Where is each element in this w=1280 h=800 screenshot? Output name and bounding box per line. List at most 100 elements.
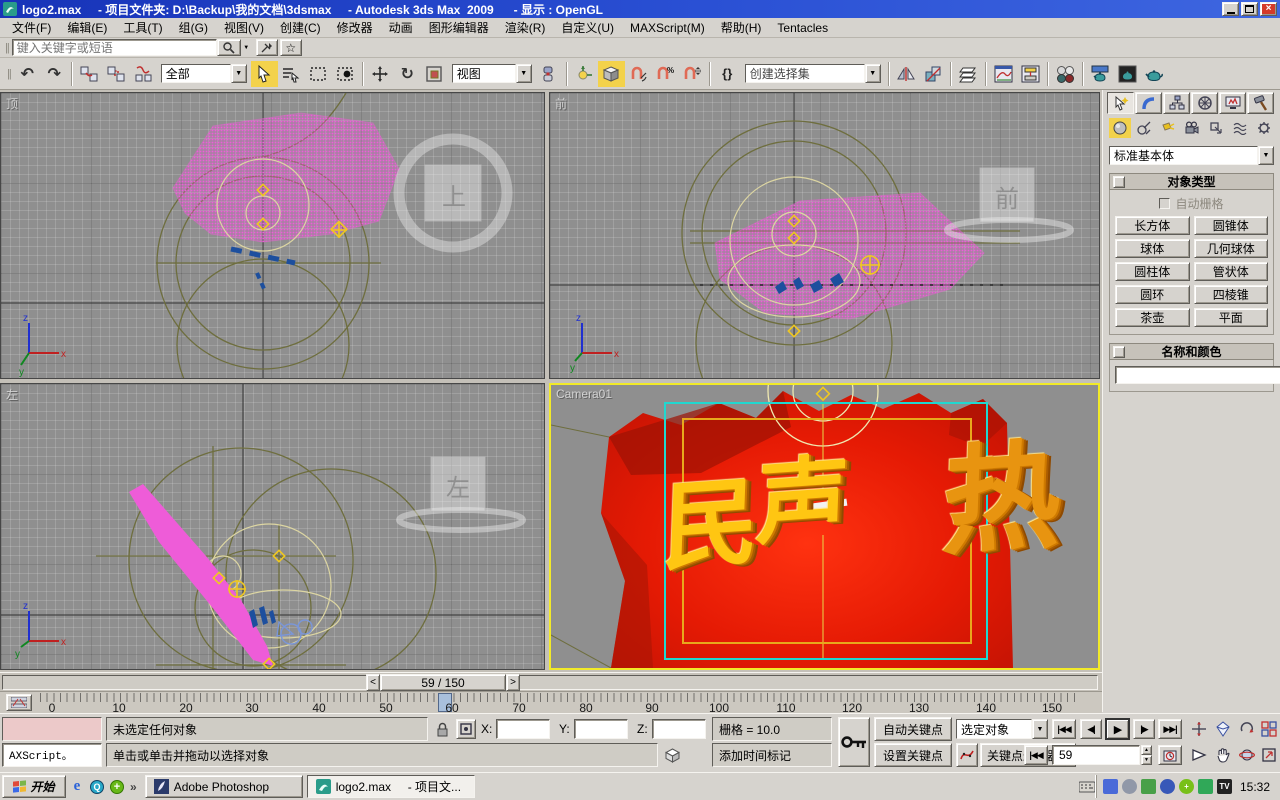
play-button[interactable]: ▶: [1105, 718, 1130, 740]
go-to-start-button[interactable]: |◀◀: [1052, 719, 1076, 739]
sphere-button[interactable]: 球体: [1115, 239, 1190, 258]
material-editor-button[interactable]: [1052, 61, 1079, 87]
menu-animation[interactable]: 动画: [381, 17, 421, 38]
viewcube-front-face-label[interactable]: 前: [992, 181, 1022, 211]
cone-button[interactable]: 圆锥体: [1194, 216, 1269, 235]
key-curve-button[interactable]: [956, 743, 978, 767]
time-slider-handle[interactable]: 59 / 150: [380, 674, 506, 691]
tray-shield-icon[interactable]: [1198, 779, 1213, 794]
time-slider-next-button[interactable]: >: [506, 674, 520, 691]
menu-rendering[interactable]: 渲染(R): [497, 17, 554, 38]
maxscript-mini-listener-pink[interactable]: [2, 717, 102, 741]
mini-curve-editor-button[interactable]: [6, 694, 32, 711]
select-scale-button[interactable]: [421, 61, 448, 87]
set-key-button[interactable]: 设置关键点: [874, 743, 952, 767]
align-button[interactable]: [920, 61, 947, 87]
select-link-button[interactable]: [76, 61, 103, 87]
viewcube-top-face-label[interactable]: 上: [439, 179, 469, 209]
quick-render-button[interactable]: [1141, 61, 1168, 87]
spinner-down-icon[interactable]: ▼: [1141, 755, 1152, 765]
viewport-left[interactable]: 左: [0, 383, 545, 670]
tab-create[interactable]: [1107, 92, 1134, 114]
time-configuration-button[interactable]: [1158, 745, 1182, 765]
primitive-category-dropdown[interactable]: 标准基本体 ▼: [1109, 146, 1274, 165]
selection-filter-dropdown[interactable]: 全部 ▼: [161, 64, 247, 83]
menu-tentacles[interactable]: Tentacles: [769, 19, 836, 37]
select-manipulate-button[interactable]: [571, 61, 598, 87]
quicklaunch-update-icon[interactable]: +: [108, 778, 126, 796]
previous-frame-button[interactable]: ◀|: [1080, 719, 1102, 739]
search-input[interactable]: [12, 39, 217, 56]
name-color-rollout-header[interactable]: 名称和颜色: [1109, 343, 1274, 360]
maximize-button[interactable]: [1241, 2, 1258, 16]
layer-manager-button[interactable]: [955, 61, 982, 87]
close-button[interactable]: ×: [1260, 2, 1277, 16]
tab-utilities[interactable]: [1247, 92, 1274, 114]
menu-customize[interactable]: 自定义(U): [553, 17, 622, 38]
named-selection-set-field[interactable]: 创建选择集 ▼: [745, 64, 881, 83]
pyramid-button[interactable]: 四棱锥: [1194, 285, 1269, 304]
snap-toggle-button[interactable]: [598, 61, 625, 87]
quicklaunch-browser-icon[interactable]: e: [68, 778, 86, 796]
zoom-all-button[interactable]: [1236, 718, 1258, 740]
quicklaunch-overflow-chevron[interactable]: »: [130, 780, 137, 794]
teapot-button[interactable]: 茶壶: [1115, 308, 1190, 327]
category-systems[interactable]: [1253, 118, 1275, 138]
category-geometry[interactable]: [1109, 118, 1131, 138]
time-tag-field[interactable]: 添加时间标记: [712, 743, 832, 767]
x-coordinate-field[interactable]: [496, 719, 550, 739]
cylinder-button[interactable]: 圆柱体: [1115, 262, 1190, 281]
minimize-button[interactable]: [1222, 2, 1239, 16]
start-button[interactable]: 开始: [2, 775, 66, 798]
communication-center-button[interactable]: [256, 39, 278, 56]
maximize-viewport-toggle[interactable]: [1258, 744, 1280, 766]
category-lights[interactable]: [1157, 118, 1179, 138]
window-crossing-button[interactable]: [332, 61, 359, 87]
torus-button[interactable]: 圆环: [1115, 285, 1190, 304]
menu-group[interactable]: 组(G): [171, 17, 216, 38]
select-by-name-button[interactable]: [278, 61, 305, 87]
menu-create[interactable]: 创建(C): [272, 17, 329, 38]
tray-browser-icon[interactable]: [1160, 779, 1175, 794]
menu-views[interactable]: 视图(V): [216, 17, 272, 38]
tray-app-icon[interactable]: [1141, 779, 1156, 794]
named-selection-sets-button[interactable]: {}: [714, 61, 741, 87]
plane-button[interactable]: 平面: [1194, 308, 1269, 327]
absolute-offset-toggle[interactable]: [456, 719, 476, 739]
select-object-button[interactable]: [251, 61, 278, 87]
tray-tv-icon[interactable]: TV: [1217, 779, 1232, 794]
category-helpers[interactable]: [1205, 118, 1227, 138]
menu-maxscript[interactable]: MAXScript(M): [622, 19, 713, 37]
category-cameras[interactable]: [1181, 118, 1203, 138]
schematic-view-button[interactable]: [1017, 61, 1044, 87]
autogrid-checkbox[interactable]: [1159, 198, 1170, 209]
percent-snap-button[interactable]: %: [652, 61, 679, 87]
category-spacewarps[interactable]: [1229, 118, 1251, 138]
angle-snap-button[interactable]: [625, 61, 652, 87]
tab-motion[interactable]: [1191, 92, 1218, 114]
menu-file[interactable]: 文件(F): [4, 17, 59, 38]
favorites-button[interactable]: ☆: [280, 39, 302, 56]
quicklaunch-messenger-icon[interactable]: Q: [88, 778, 106, 796]
frame-spinner[interactable]: ▲ ▼: [1141, 745, 1152, 765]
object-name-field[interactable]: [1115, 366, 1280, 384]
maxscript-mini-listener[interactable]: AXScript。: [2, 743, 102, 767]
select-rotate-button[interactable]: ↻: [394, 61, 421, 87]
z-coordinate-field[interactable]: [652, 719, 706, 739]
viewport-camera[interactable]: Camera01: [549, 383, 1100, 670]
menu-graph-editors[interactable]: 图形编辑器: [421, 17, 497, 38]
spinner-snap-button[interactable]: [679, 61, 706, 87]
viewport-front[interactable]: 前: [549, 92, 1100, 379]
box-button[interactable]: 长方体: [1115, 216, 1190, 235]
category-shapes[interactable]: [1133, 118, 1155, 138]
time-slider-prev-button[interactable]: <: [366, 674, 380, 691]
spinner-up-icon[interactable]: ▲: [1141, 745, 1152, 755]
reference-coordinate-dropdown[interactable]: 视图 ▼: [452, 64, 532, 83]
menu-modifiers[interactable]: 修改器: [329, 17, 381, 38]
mirror-button[interactable]: [893, 61, 920, 87]
tray-360-plus-icon[interactable]: +: [1179, 779, 1194, 794]
tab-modify[interactable]: [1135, 92, 1162, 114]
language-bar-keyboard-icon[interactable]: [1078, 778, 1096, 796]
curve-editor-button[interactable]: [990, 61, 1017, 87]
zoom-button[interactable]: [1188, 718, 1210, 740]
